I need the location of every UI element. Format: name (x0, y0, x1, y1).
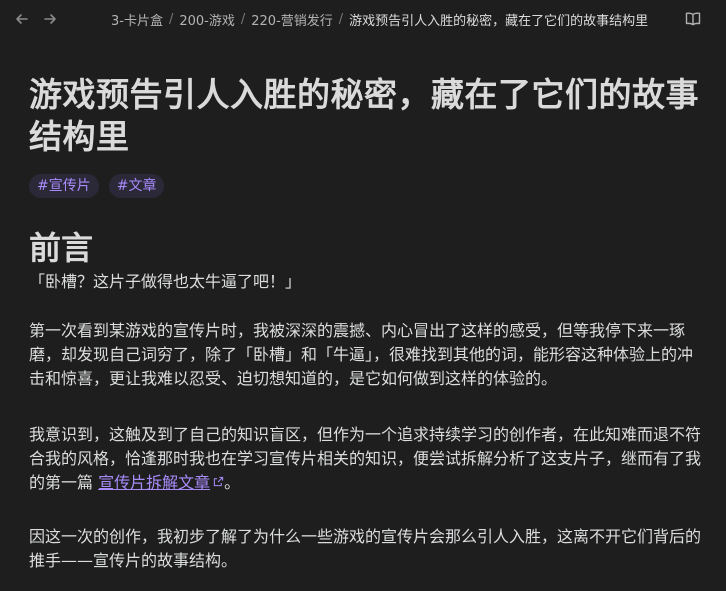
paragraph-3: 因这一次的创作，我初步了解了为什么一些游戏的宣传片会那么引人入胜，这离不开它们背… (29, 527, 702, 570)
section-heading: 前言 (29, 229, 94, 267)
breadcrumb-item-card-box[interactable]: 3-卡片盒 (111, 10, 163, 29)
breadcrumb-item-current-note[interactable]: 游戏预告引人入胜的秘密，藏在了它们的故事结构里 (349, 10, 648, 29)
breadcrumb-separator: / (338, 11, 344, 27)
quote-paragraph: 「卧槽？这片子做得也太牛逼了吧！」 (29, 272, 302, 291)
breadcrumb-separator: / (168, 11, 174, 27)
book-open-icon[interactable] (684, 10, 702, 28)
top-bar: 3-卡片盒 / 200-游戏 / 220-营销发行 / 游戏预告引人入胜的秘密，… (0, 0, 726, 38)
breadcrumb: 3-卡片盒 / 200-游戏 / 220-营销发行 / 游戏预告引人入胜的秘密，… (111, 0, 648, 38)
paragraph-1: 第一次看到某游戏的宣传片时，我被深深的震撼、内心冒出了这样的感受，但等我停下来一… (29, 321, 694, 388)
tag-list: #宣传片 #文章 (29, 174, 174, 198)
paragraph-2: 我意识到，这触及到了自己的知识盲区，但作为一个追求持续学习的创作者，在此知难而退… (29, 423, 701, 495)
breadcrumb-item-marketing[interactable]: 220-营销发行 (251, 10, 333, 29)
paragraph-2-end: 。 (224, 473, 241, 492)
breadcrumb-item-games[interactable]: 200-游戏 (179, 10, 235, 29)
arrow-left-icon[interactable] (12, 9, 32, 29)
external-link-article[interactable]: 宣传片拆解文章 (98, 473, 224, 492)
breadcrumb-separator: / (240, 11, 246, 27)
external-link-icon (213, 476, 224, 487)
tag-article[interactable]: #文章 (108, 174, 165, 198)
page-title: 游戏预告引人入胜的秘密，藏在了它们的故事结构里 (29, 75, 699, 156)
tag-promo-video[interactable]: #宣传片 (29, 174, 99, 198)
note-content: 游戏预告引人入胜的秘密，藏在了它们的故事结构里 #宣传片 #文章 前言 「卧槽？… (29, 74, 709, 570)
arrow-right-icon[interactable] (40, 9, 60, 29)
external-link-text[interactable]: 宣传片拆解文章 (98, 473, 210, 492)
